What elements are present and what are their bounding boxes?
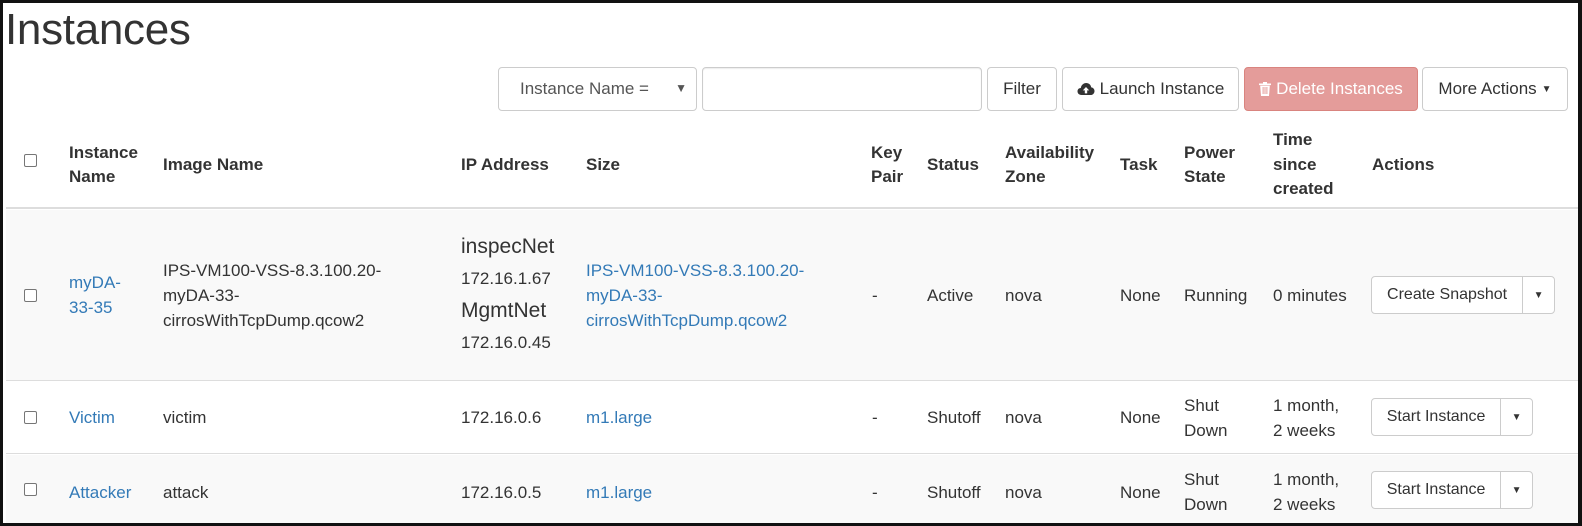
select-all-checkbox[interactable]	[24, 154, 37, 167]
power-state: Shut Down	[1184, 470, 1228, 514]
time-since-created: 1 month, 2 weeks	[1273, 395, 1340, 440]
size-link[interactable]: m1.large	[586, 455, 652, 523]
status: Shutoff	[927, 408, 981, 427]
launch-instance-button[interactable]: Launch Instance	[1062, 67, 1239, 111]
task: None	[1120, 285, 1161, 305]
table-header: Instance Name Image Name IP Address Size …	[6, 121, 1578, 209]
filter-input[interactable]	[702, 67, 982, 111]
delete-instances-label: Delete Instances	[1276, 79, 1403, 98]
image-name: victim	[163, 408, 207, 427]
header-image-name[interactable]: Image Name	[163, 121, 263, 209]
filter-field-label: Instance Name =	[520, 79, 649, 98]
launch-instance-label: Launch Instance	[1099, 79, 1225, 98]
image-name: attack	[163, 482, 209, 502]
row-actions: Create Snapshot ▼	[1371, 276, 1555, 314]
row-checkbox[interactable]	[24, 483, 37, 496]
table-row: myDA- 33-35 IPS-VM100-VSS-8.3.100.20- myDA…	[6, 210, 1578, 381]
instance-name-link[interactable]: myDA- 33-35	[69, 210, 121, 380]
size-link[interactable]: IPS-VM100-VSS-8.3.100.20- myDA-33- cirrosW…	[586, 210, 804, 380]
key-pair: -	[872, 482, 878, 502]
availability-zone: nova	[1005, 285, 1042, 305]
caret-down-icon: ▼	[675, 81, 687, 95]
instance-name-link[interactable]: Victim	[69, 382, 115, 453]
network-name: MgmtNet	[461, 299, 547, 322]
header-ip-address[interactable]: IP Address	[461, 121, 549, 209]
status: Shutoff	[927, 482, 981, 502]
time-since-created: 0 minutes	[1273, 285, 1347, 305]
row-actions-dropdown-toggle[interactable]: ▼	[1501, 399, 1532, 435]
power-state: Shut Down	[1184, 395, 1228, 440]
ip-value: 172.16.0.45	[461, 333, 551, 352]
header-power-state[interactable]: Power State	[1184, 121, 1235, 209]
availability-zone: nova	[1005, 408, 1042, 427]
key-pair: -	[872, 408, 878, 427]
ip-address: inspecNet 172.16.1.67 MgmtNet 172.16.0.4…	[461, 210, 554, 380]
more-actions-label: More Actions	[1438, 79, 1537, 98]
key-pair: -	[872, 285, 878, 305]
row-actions-dropdown-toggle[interactable]: ▼	[1523, 277, 1554, 313]
task: None	[1120, 482, 1161, 502]
header-availability-zone[interactable]: Availability Zone	[1005, 121, 1094, 209]
ip-address: 172.16.0.5	[461, 482, 542, 502]
instance-name-link[interactable]: Attacker	[69, 455, 131, 523]
cloud-upload-icon	[1077, 83, 1095, 95]
caret-down-icon: ▼	[1511, 411, 1522, 423]
table-row: Victim victim 172.16.0.6 m1.large - Shut…	[6, 382, 1578, 454]
header-time-since-created[interactable]: Time since created	[1273, 121, 1333, 209]
task: None	[1120, 408, 1161, 427]
header-task[interactable]: Task	[1120, 121, 1158, 209]
caret-down-icon: ▼	[1533, 289, 1544, 301]
header-size[interactable]: Size	[586, 121, 620, 209]
caret-down-icon: ▼	[1541, 83, 1552, 95]
table-toolbar: Instance Name = ▼ Filter Launch Instance…	[3, 67, 1578, 113]
row-checkbox[interactable]	[24, 289, 37, 302]
header-status[interactable]: Status	[927, 121, 979, 209]
row-checkbox[interactable]	[24, 411, 37, 424]
status: Active	[927, 285, 974, 305]
header-instance-name[interactable]: Instance Name	[69, 121, 138, 209]
row-actions: Start Instance ▼	[1371, 471, 1533, 509]
start-instance-button[interactable]: Start Instance	[1372, 399, 1502, 435]
network-name: inspecNet	[461, 235, 555, 258]
image-name: IPS-VM100-VSS-8.3.100.20- myDA-33- cirrosW…	[163, 260, 382, 330]
page-title: Instances	[5, 5, 191, 54]
row-actions: Start Instance ▼	[1371, 398, 1533, 436]
more-actions-button[interactable]: More Actions ▼	[1422, 67, 1568, 111]
ip-address: 172.16.0.6	[461, 408, 542, 427]
ip-value: 172.16.1.67	[461, 269, 551, 288]
create-snapshot-button[interactable]: Create Snapshot	[1372, 277, 1524, 313]
filter-button[interactable]: Filter	[987, 67, 1057, 111]
header-actions: Actions	[1372, 154, 1435, 174]
size-link[interactable]: m1.large	[586, 382, 652, 453]
row-actions-dropdown-toggle[interactable]: ▼	[1501, 472, 1532, 508]
delete-instances-button[interactable]: Delete Instances	[1244, 67, 1418, 111]
start-instance-button[interactable]: Start Instance	[1372, 472, 1502, 508]
trash-icon	[1259, 82, 1272, 96]
table-row: Attacker attack 172.16.0.5 m1.large - Sh…	[6, 455, 1578, 523]
filter-field-select[interactable]: Instance Name = ▼	[498, 67, 697, 111]
instances-page: Instances Instance Name = ▼ Filter Launc…	[0, 0, 1582, 526]
caret-down-icon: ▼	[1511, 484, 1522, 496]
header-key-pair[interactable]: Key Pair	[871, 121, 903, 209]
time-since-created: 1 month, 2 weeks	[1273, 470, 1340, 514]
power-state: Running	[1184, 285, 1248, 305]
availability-zone: nova	[1005, 482, 1042, 502]
